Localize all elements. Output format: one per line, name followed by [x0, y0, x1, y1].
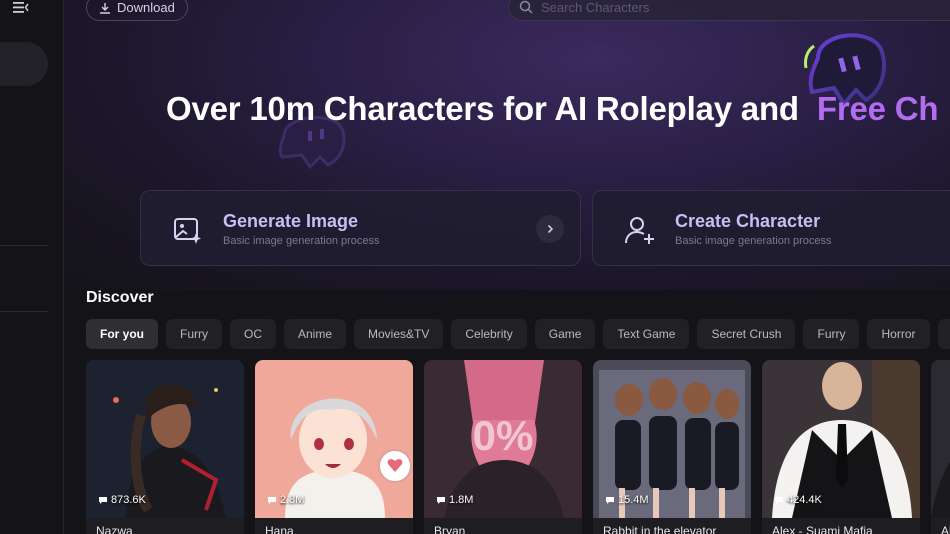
- headline-text: Over 10m Characters for AI Roleplay and: [166, 90, 799, 127]
- chat-bubble-icon: [775, 497, 783, 504]
- card-subtitle: Basic image generation process: [223, 235, 380, 247]
- chat-count: 2.8M: [267, 494, 304, 506]
- search-bar[interactable]: [508, 0, 950, 21]
- menu-collapse-icon[interactable]: [13, 0, 29, 14]
- chat-count: 15.4M: [605, 494, 649, 506]
- character-card[interactable]: 0% 1.8M Bryan: [424, 360, 582, 534]
- chat-count-value: 15.4M: [618, 494, 649, 506]
- sidebar-item-active[interactable]: [0, 42, 48, 86]
- tab-horror[interactable]: Horror: [867, 319, 930, 349]
- character-name: Alex - Suami Mafia: [772, 524, 873, 534]
- discover-heading: Discover: [86, 289, 154, 306]
- character-name: Rabbit in the elevator: [603, 524, 717, 534]
- chat-count: 424.4K: [774, 494, 822, 506]
- category-tabs: For you Furry OC Anime Movies&TV Celebri…: [86, 319, 950, 349]
- generate-image-card[interactable]: Generate Image Basic image generation pr…: [140, 190, 581, 266]
- chat-bubble-icon: [437, 497, 445, 504]
- sidebar: [0, 0, 64, 534]
- character-name: Bryan: [434, 524, 466, 534]
- tab-text-game[interactable]: Text Game: [603, 319, 690, 349]
- card-title: Generate Image: [223, 211, 359, 231]
- chat-count-value: 424.4K: [787, 494, 822, 506]
- character-name: Nazwa: [96, 524, 133, 534]
- chat-bubble-icon: [268, 497, 276, 504]
- image-sparkle-icon: [174, 218, 201, 244]
- card-title: Create Character: [675, 211, 821, 231]
- character-grid: 873.6K Nazwa 2.8M Hana 0% 1.8M Bryan 15.…: [86, 360, 950, 534]
- download-icon: [100, 2, 110, 14]
- chat-count-value: 873.6K: [111, 494, 146, 506]
- tab-game[interactable]: Game: [534, 319, 596, 349]
- sidebar-divider: [0, 245, 48, 246]
- tab-oc[interactable]: OC: [230, 319, 276, 349]
- tab-rp[interactable]: RP: [937, 319, 950, 349]
- tab-movies-tv[interactable]: Movies&TV: [354, 319, 444, 349]
- tab-furry-2[interactable]: Furry: [803, 319, 860, 349]
- chat-count-value: 1.8M: [449, 494, 474, 506]
- headline-accent-text: Free Ch: [816, 90, 939, 127]
- main-content: Download Over 10m Characters for AI Role…: [64, 0, 950, 534]
- sidebar-divider: [0, 311, 48, 312]
- chevron-right-button[interactable]: [536, 215, 564, 243]
- chat-count-value: 2.8M: [280, 494, 305, 506]
- tab-secret-crush[interactable]: Secret Crush: [697, 319, 796, 349]
- progress-overlay-text: 0%: [473, 412, 534, 459]
- search-icon: [519, 0, 533, 14]
- tab-anime[interactable]: Anime: [284, 319, 347, 349]
- chat-count: 873.6K: [98, 494, 146, 506]
- character-card[interactable]: 15.4M Rabbit in the elevator: [593, 360, 751, 534]
- chat-bubble-icon: [99, 497, 107, 504]
- tab-furry[interactable]: Furry: [166, 319, 222, 349]
- create-character-card[interactable]: Create Character Basic image generation …: [592, 190, 950, 266]
- search-input[interactable]: [541, 0, 841, 15]
- character-card[interactable]: 873.6K Nazwa: [86, 360, 244, 534]
- character-name: Al: [941, 524, 950, 534]
- character-card[interactable]: 424.4K Alex - Suami Mafia: [762, 360, 920, 534]
- tab-for-you[interactable]: For you: [86, 319, 158, 349]
- character-name: Hana: [265, 524, 294, 534]
- download-label: Download: [117, 0, 175, 15]
- character-image: [931, 360, 950, 518]
- character-card[interactable]: 2.8M Hana: [255, 360, 413, 534]
- chevron-right-icon: [547, 224, 554, 234]
- hero-headline: Over 10m Characters for AI Roleplay and F…: [166, 90, 939, 128]
- download-button[interactable]: Download: [86, 0, 188, 21]
- tab-celebrity[interactable]: Celebrity: [451, 319, 527, 349]
- character-card[interactable]: Al: [931, 360, 950, 534]
- chat-bubble-icon: [606, 497, 614, 504]
- user-add-icon: [625, 217, 654, 244]
- card-subtitle: Basic image generation process: [675, 235, 832, 247]
- chat-count: 1.8M: [436, 494, 473, 506]
